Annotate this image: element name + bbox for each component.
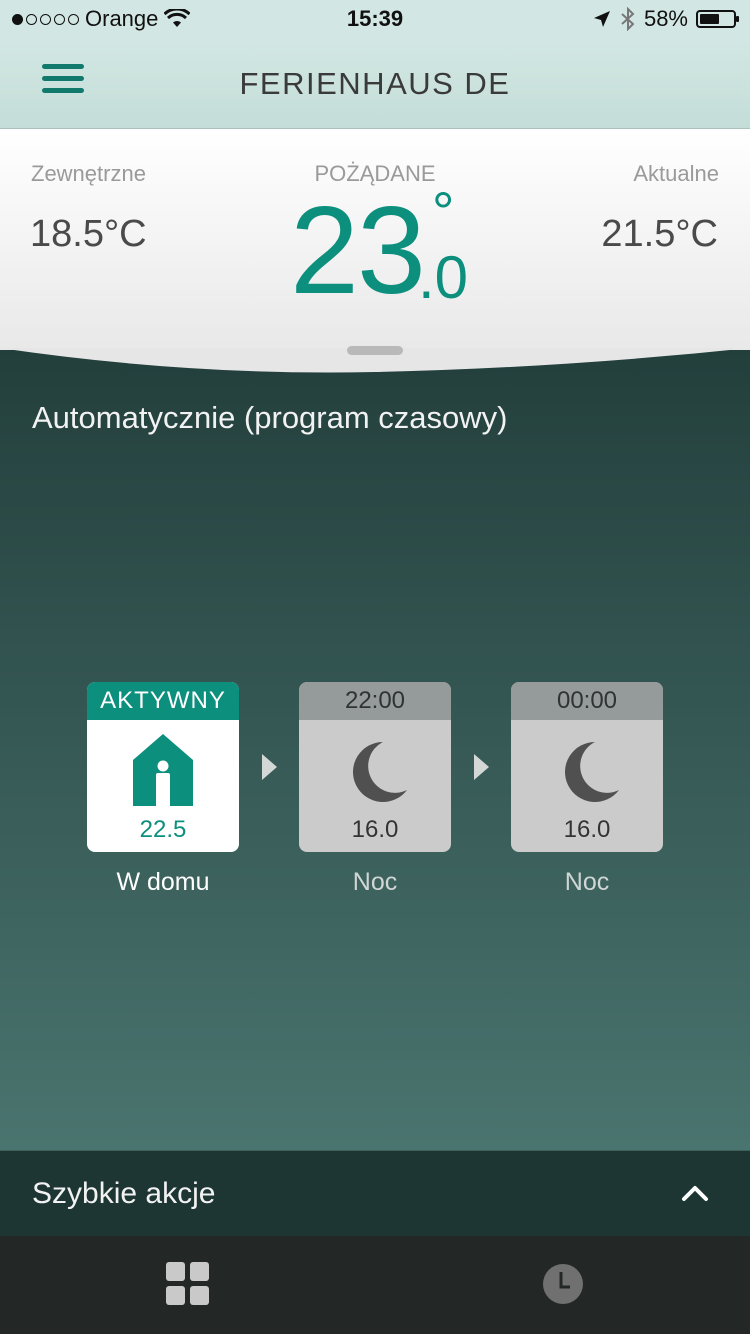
app-header: FERIENHAUS DE	[0, 40, 750, 129]
outside-temp-value: 18.5°C	[30, 213, 147, 255]
moon-icon	[565, 742, 619, 802]
location-arrow-icon	[593, 11, 610, 27]
tile-temperature: 16.0	[563, 816, 611, 843]
tile-label-night-2: Noc	[564, 868, 610, 896]
chevron-up-icon[interactable]	[680, 1179, 710, 1209]
desired-temp-decimal: .0	[418, 244, 469, 311]
next-arrow-icon	[262, 754, 277, 780]
temperature-panel[interactable]: Zewnętrzne 18.5°C POŻĄDANE 23 ° .0 Aktua…	[0, 129, 750, 375]
status-right: 58%	[592, 6, 739, 32]
moon-icon	[353, 742, 407, 802]
battery-percent: 58%	[643, 6, 688, 31]
grid-icon[interactable]	[166, 1262, 210, 1306]
drag-handle[interactable]	[347, 346, 403, 355]
tile-time: 00:00	[511, 682, 663, 720]
quick-actions-label: Szybkie akcje	[32, 1177, 216, 1210]
home-person-icon	[133, 734, 193, 806]
schedule-tile-night-1[interactable]: 22:00 16.0	[299, 682, 451, 852]
schedule-tile-home[interactable]: AKTYWNY 22.5	[87, 682, 239, 852]
desired-temp-value[interactable]: 23 ° .0	[290, 180, 468, 319]
clock-icon[interactable]	[542, 1263, 584, 1305]
bluetooth-icon	[621, 7, 635, 31]
degree-symbol: °	[432, 180, 455, 243]
tile-active-badge: AKTYWNY	[87, 682, 239, 720]
desired-temp-integer: 23	[290, 182, 426, 320]
tile-temperature: 16.0	[351, 816, 399, 843]
program-mode-title[interactable]: Automatycznie (program czasowy)	[32, 400, 508, 436]
tile-time: 22:00	[299, 682, 451, 720]
page-title: FERIENHAUS DE	[239, 66, 511, 101]
next-arrow-icon	[474, 754, 489, 780]
current-temp-label: Aktualne	[633, 161, 719, 186]
tile-label-home: W domu	[116, 868, 210, 896]
schedule-tile-night-2[interactable]: 00:00 16.0	[511, 682, 663, 852]
battery-icon	[696, 10, 739, 28]
tile-label-night-1: Noc	[352, 868, 398, 896]
tile-temperature: 22.5	[139, 816, 187, 843]
battery-fill	[700, 14, 719, 24]
tab-bar	[0, 1236, 750, 1334]
program-panel: Automatycznie (program czasowy) AKTYWNY …	[0, 346, 750, 1150]
quick-actions-bar[interactable]: Szybkie akcje	[0, 1150, 750, 1237]
status-bar: Orange 15:39 58%	[0, 0, 750, 40]
current-temp-value: 21.5°C	[601, 213, 718, 255]
